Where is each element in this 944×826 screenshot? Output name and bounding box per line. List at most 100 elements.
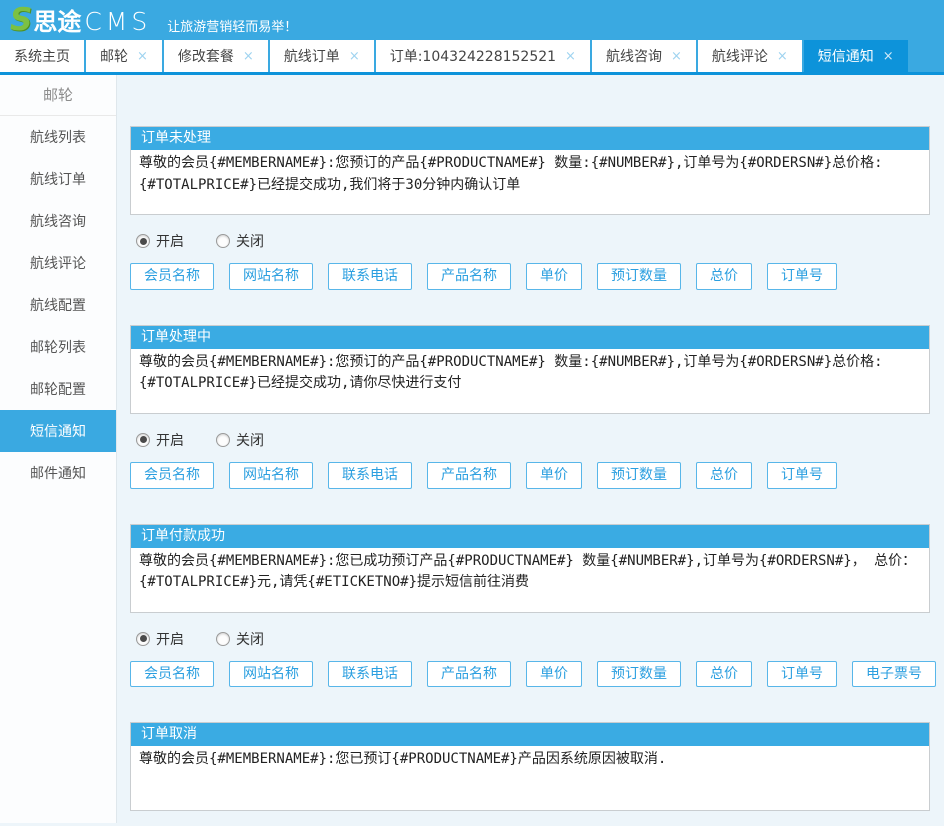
radio-on-label: 开启 xyxy=(156,430,184,450)
radio-on-icon[interactable] xyxy=(136,632,150,646)
close-icon[interactable]: × xyxy=(777,50,788,63)
placeholder-tag-button[interactable]: 预订数量 xyxy=(597,661,681,688)
radio-off-group[interactable]: 关闭 xyxy=(216,231,264,251)
sidebar-item[interactable]: 邮件通知 xyxy=(0,452,116,494)
sidebar-item[interactable]: 短信通知 xyxy=(0,410,116,452)
radio-on-group[interactable]: 开启 xyxy=(136,231,184,251)
sidebar-item[interactable]: 航线配置 xyxy=(0,284,116,326)
placeholder-tag-button[interactable]: 总价 xyxy=(696,263,752,290)
tab-label: 航线评论 xyxy=(712,46,768,66)
section-title: 订单付款成功 xyxy=(131,525,929,548)
radio-off-group[interactable]: 关闭 xyxy=(216,430,264,450)
tab[interactable]: 订单:104324228152521 × xyxy=(376,40,590,72)
radio-off-icon[interactable] xyxy=(216,234,230,248)
sidebar-item[interactable]: 航线咨询 xyxy=(0,200,116,242)
radio-on-icon[interactable] xyxy=(136,234,150,248)
template-textarea[interactable] xyxy=(131,746,929,810)
app-logo[interactable]: S 思途 CMS xyxy=(10,5,151,36)
template-textarea[interactable] xyxy=(131,150,929,214)
placeholder-tag-button[interactable]: 网站名称 xyxy=(229,462,313,489)
radio-off-icon[interactable] xyxy=(216,632,230,646)
tab-label: 航线咨询 xyxy=(606,46,662,66)
radio-on-icon[interactable] xyxy=(136,433,150,447)
sidebar-item[interactable]: 邮轮列表 xyxy=(0,326,116,368)
placeholder-tag-button[interactable]: 订单号 xyxy=(767,462,837,489)
tab[interactable]: 航线评论 × xyxy=(698,40,802,72)
sms-template-section: 订单未处理 开启 关闭 会员名称网站名称联系电话产品名称单价预订数量总价订单号 xyxy=(130,126,930,290)
main-content: 订单未处理 开启 关闭 会员名称网站名称联系电话产品名称单价预订数量总价订单号 … xyxy=(117,75,944,823)
brand-s-icon: S xyxy=(10,5,32,36)
enable-radio-row: 开启 关闭 xyxy=(136,231,930,251)
tab-bar: 系统主页 邮轮 × 修改套餐 × 航线订单 × 订单:1043242281525… xyxy=(0,40,944,75)
radio-off-label: 关闭 xyxy=(236,430,264,450)
placeholder-buttons: 会员名称网站名称联系电话产品名称单价预订数量总价订单号 xyxy=(130,263,930,290)
placeholder-tag-button[interactable]: 联系电话 xyxy=(328,661,412,688)
placeholder-buttons: 会员名称网站名称联系电话产品名称单价预订数量总价订单号电子票号 xyxy=(130,661,930,688)
placeholder-tag-button[interactable]: 产品名称 xyxy=(427,661,511,688)
placeholder-tag-button[interactable]: 会员名称 xyxy=(130,263,214,290)
placeholder-tag-button[interactable]: 订单号 xyxy=(767,263,837,290)
close-icon[interactable]: × xyxy=(349,50,360,63)
section-title: 订单取消 xyxy=(131,723,929,746)
close-icon[interactable]: × xyxy=(243,50,254,63)
tab[interactable]: 系统主页 xyxy=(0,40,84,72)
close-icon[interactable]: × xyxy=(137,50,148,63)
radio-off-group[interactable]: 关闭 xyxy=(216,629,264,649)
brand-tagline: 让旅游营销轻而易举！ xyxy=(167,6,297,35)
tab[interactable]: 邮轮 × xyxy=(86,40,162,72)
sidebar-item[interactable]: 航线评论 xyxy=(0,242,116,284)
placeholder-tag-button[interactable]: 产品名称 xyxy=(427,462,511,489)
radio-off-label: 关闭 xyxy=(236,231,264,251)
placeholder-tag-button[interactable]: 会员名称 xyxy=(130,462,214,489)
brand-name: 思途 xyxy=(33,10,81,34)
section-title: 订单未处理 xyxy=(131,127,929,150)
placeholder-tag-button[interactable]: 订单号 xyxy=(767,661,837,688)
placeholder-tag-button[interactable]: 会员名称 xyxy=(130,661,214,688)
radio-on-label: 开启 xyxy=(156,629,184,649)
template-textarea[interactable] xyxy=(131,548,929,612)
sidebar-item[interactable]: 邮轮配置 xyxy=(0,368,116,410)
tab[interactable]: 修改套餐 × xyxy=(164,40,268,72)
placeholder-tag-button[interactable]: 总价 xyxy=(696,661,752,688)
sidebar-item[interactable]: 航线订单 xyxy=(0,158,116,200)
tab[interactable]: 航线订单 × xyxy=(270,40,374,72)
placeholder-tag-button[interactable]: 单价 xyxy=(526,661,582,688)
placeholder-tag-button[interactable]: 联系电话 xyxy=(328,263,412,290)
tab[interactable]: 短信通知 × xyxy=(804,40,908,72)
placeholder-tag-button[interactable]: 预订数量 xyxy=(597,263,681,290)
placeholder-tag-button[interactable]: 单价 xyxy=(526,462,582,489)
tab-label: 邮轮 xyxy=(100,46,128,66)
template-box: 订单未处理 xyxy=(130,126,930,215)
close-icon[interactable]: × xyxy=(565,50,576,63)
template-textarea[interactable] xyxy=(131,349,929,413)
tab-label: 订单:104324228152521 xyxy=(390,46,556,66)
tab-label: 航线订单 xyxy=(284,46,340,66)
placeholder-tag-button[interactable]: 预订数量 xyxy=(597,462,681,489)
radio-on-group[interactable]: 开启 xyxy=(136,430,184,450)
radio-on-label: 开启 xyxy=(156,231,184,251)
tab-label: 系统主页 xyxy=(14,46,70,66)
placeholder-tag-button[interactable]: 总价 xyxy=(696,462,752,489)
placeholder-tag-button[interactable]: 产品名称 xyxy=(427,263,511,290)
placeholder-tag-button[interactable]: 单价 xyxy=(526,263,582,290)
close-icon[interactable]: × xyxy=(671,50,682,63)
tab-label: 短信通知 xyxy=(818,46,874,66)
radio-off-label: 关闭 xyxy=(236,629,264,649)
radio-on-group[interactable]: 开启 xyxy=(136,629,184,649)
app-header: S 思途 CMS 让旅游营销轻而易举！ xyxy=(0,0,944,40)
placeholder-tag-button[interactable]: 电子票号 xyxy=(852,661,936,688)
section-title: 订单处理中 xyxy=(131,326,929,349)
placeholder-tag-button[interactable]: 联系电话 xyxy=(328,462,412,489)
template-box: 订单取消 xyxy=(130,722,930,811)
enable-radio-row: 开启 关闭 xyxy=(136,430,930,450)
tab[interactable]: 航线咨询 × xyxy=(592,40,696,72)
sidebar-item[interactable]: 航线列表 xyxy=(0,116,116,158)
radio-off-icon[interactable] xyxy=(216,433,230,447)
close-icon[interactable]: × xyxy=(883,50,894,63)
sms-template-section: 订单取消 开启 关闭 xyxy=(130,722,930,823)
sidebar-title: 邮轮 xyxy=(0,75,116,116)
tab-label: 修改套餐 xyxy=(178,46,234,66)
placeholder-tag-button[interactable]: 网站名称 xyxy=(229,661,313,688)
template-box: 订单付款成功 xyxy=(130,524,930,613)
placeholder-tag-button[interactable]: 网站名称 xyxy=(229,263,313,290)
